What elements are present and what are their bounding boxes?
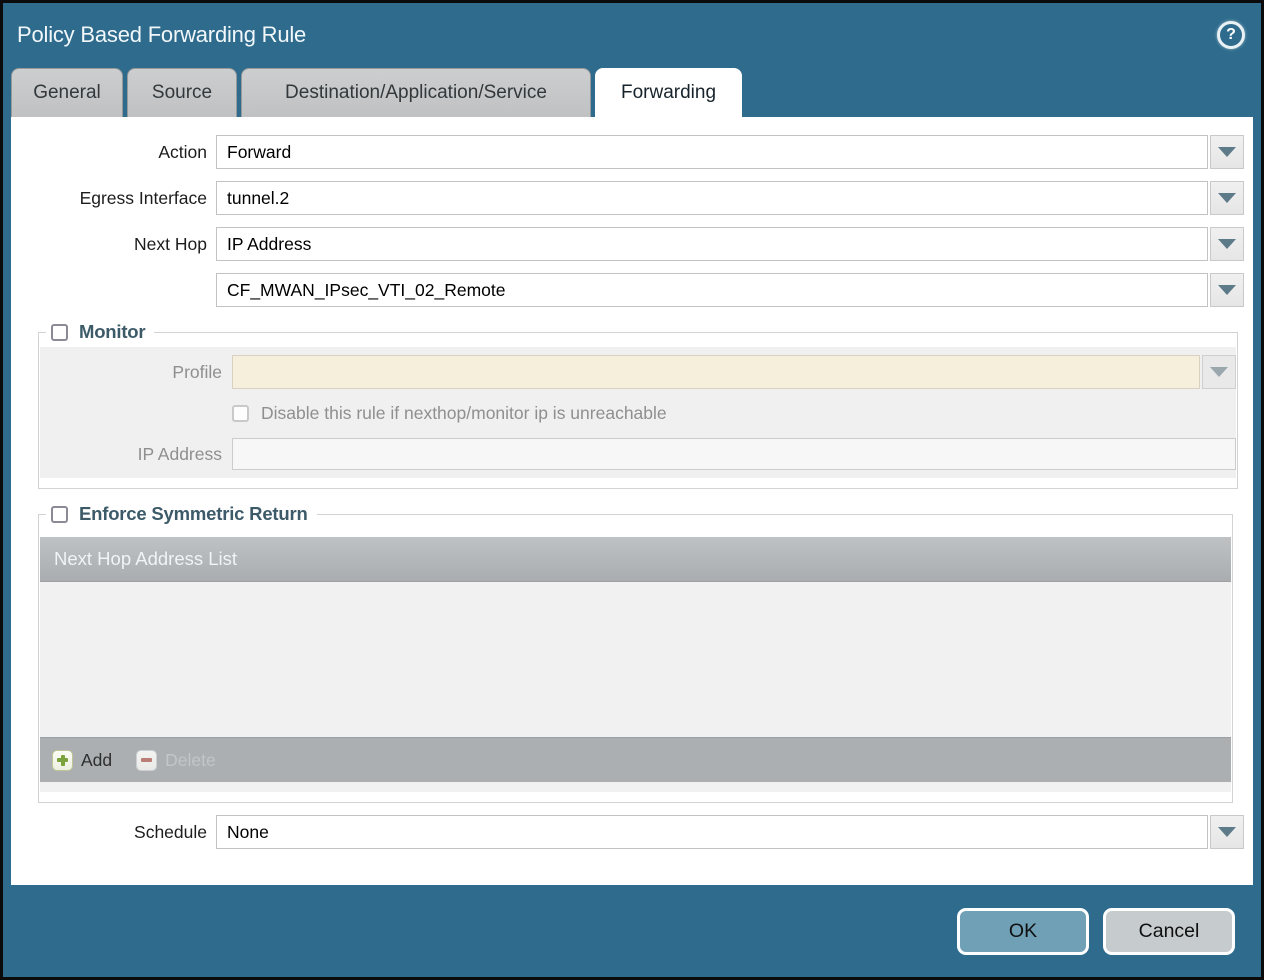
add-icon [52, 750, 73, 771]
dialog-title: Policy Based Forwarding Rule [17, 22, 306, 48]
monitor-legend: Monitor [46, 321, 154, 343]
enforce-legend: Enforce Symmetric Return [46, 503, 317, 525]
action-label: Action [11, 142, 216, 163]
chevron-down-icon [1218, 193, 1236, 203]
next-hop-dropdown-trigger[interactable] [1210, 227, 1244, 261]
next-hop-address-value[interactable]: CF_MWAN_IPsec_VTI_02_Remote [216, 273, 1208, 307]
delete-icon [136, 750, 157, 771]
egress-interface-value[interactable]: tunnel.2 [216, 181, 1208, 215]
next-hop-row: Next Hop IP Address [11, 227, 1253, 261]
next-hop-address-row: CF_MWAN_IPsec_VTI_02_Remote [11, 273, 1253, 307]
grid-toolbar: Add Delete [40, 737, 1231, 782]
tab-strip: General Source Destination/Application/S… [3, 67, 1261, 117]
monitor-checkbox[interactable] [51, 324, 68, 341]
ok-button[interactable]: OK [957, 908, 1089, 955]
next-hop-label: Next Hop [11, 234, 216, 255]
cancel-button[interactable]: Cancel [1103, 908, 1235, 955]
delete-button[interactable]: Delete [136, 750, 216, 771]
tab-general[interactable]: General [11, 68, 123, 117]
grid-column-header[interactable]: Next Hop Address List [40, 537, 1231, 582]
chevron-down-icon [1210, 367, 1228, 377]
monitor-fieldset: Monitor Profile Disable this rule if nex… [38, 321, 1238, 489]
next-hop-combo: IP Address [216, 227, 1244, 261]
enforce-symmetric-return-fieldset: Enforce Symmetric Return Next Hop Addres… [38, 503, 1233, 803]
monitor-ip-address-input[interactable] [232, 438, 1236, 470]
policy-based-forwarding-dialog: Policy Based Forwarding Rule ? General S… [0, 0, 1264, 980]
help-icon[interactable]: ? [1217, 21, 1245, 49]
forwarding-tab-panel: Action Forward Egress Interface tunnel.2… [11, 117, 1253, 885]
grid-bottom-padding [40, 782, 1231, 792]
add-button-label: Add [81, 750, 112, 771]
profile-value[interactable] [232, 355, 1200, 389]
action-value[interactable]: Forward [216, 135, 1208, 169]
tab-source[interactable]: Source [127, 68, 237, 117]
enforce-symmetric-return-checkbox[interactable] [51, 506, 68, 523]
dialog-footer: OK Cancel [3, 885, 1261, 977]
schedule-dropdown-trigger[interactable] [1210, 815, 1244, 849]
chevron-down-icon [1218, 147, 1236, 157]
schedule-row: Schedule None [11, 815, 1253, 849]
next-hop-address-dropdown-trigger[interactable] [1210, 273, 1244, 307]
next-hop-value[interactable]: IP Address [216, 227, 1208, 261]
monitor-legend-label: Monitor [79, 321, 145, 343]
egress-interface-label: Egress Interface [11, 188, 216, 209]
schedule-value[interactable]: None [216, 815, 1208, 849]
monitor-ip-address-row: IP Address [40, 438, 1236, 470]
schedule-label: Schedule [11, 822, 216, 843]
schedule-combo: None [216, 815, 1244, 849]
disable-rule-label: Disable this rule if nexthop/monitor ip … [261, 403, 667, 424]
disable-rule-row: Disable this rule if nexthop/monitor ip … [232, 403, 1236, 424]
egress-interface-row: Egress Interface tunnel.2 [11, 181, 1253, 215]
egress-interface-dropdown-trigger[interactable] [1210, 181, 1244, 215]
profile-row: Profile [40, 355, 1236, 389]
disable-rule-checkbox[interactable] [232, 405, 249, 422]
next-hop-address-grid: Next Hop Address List Add Delete [40, 537, 1231, 792]
chevron-down-icon [1218, 285, 1236, 295]
add-button[interactable]: Add [52, 750, 112, 771]
grid-body-empty [40, 582, 1231, 737]
dialog-titlebar: Policy Based Forwarding Rule ? [3, 3, 1261, 67]
profile-combo [232, 355, 1236, 389]
action-dropdown-trigger[interactable] [1210, 135, 1244, 169]
profile-dropdown-trigger[interactable] [1202, 355, 1236, 389]
chevron-down-icon [1218, 239, 1236, 249]
enforce-legend-label: Enforce Symmetric Return [79, 503, 308, 525]
next-hop-address-combo: CF_MWAN_IPsec_VTI_02_Remote [216, 273, 1244, 307]
monitor-ip-address-label: IP Address [40, 444, 232, 465]
monitor-pane: Profile Disable this rule if nexthop/mon… [40, 347, 1236, 478]
egress-interface-combo: tunnel.2 [216, 181, 1244, 215]
tab-forwarding[interactable]: Forwarding [595, 68, 742, 117]
tab-destination-application-service[interactable]: Destination/Application/Service [241, 68, 591, 117]
profile-label: Profile [40, 362, 232, 383]
chevron-down-icon [1218, 827, 1236, 837]
action-row: Action Forward [11, 135, 1253, 169]
action-combo: Forward [216, 135, 1244, 169]
delete-button-label: Delete [165, 750, 216, 771]
